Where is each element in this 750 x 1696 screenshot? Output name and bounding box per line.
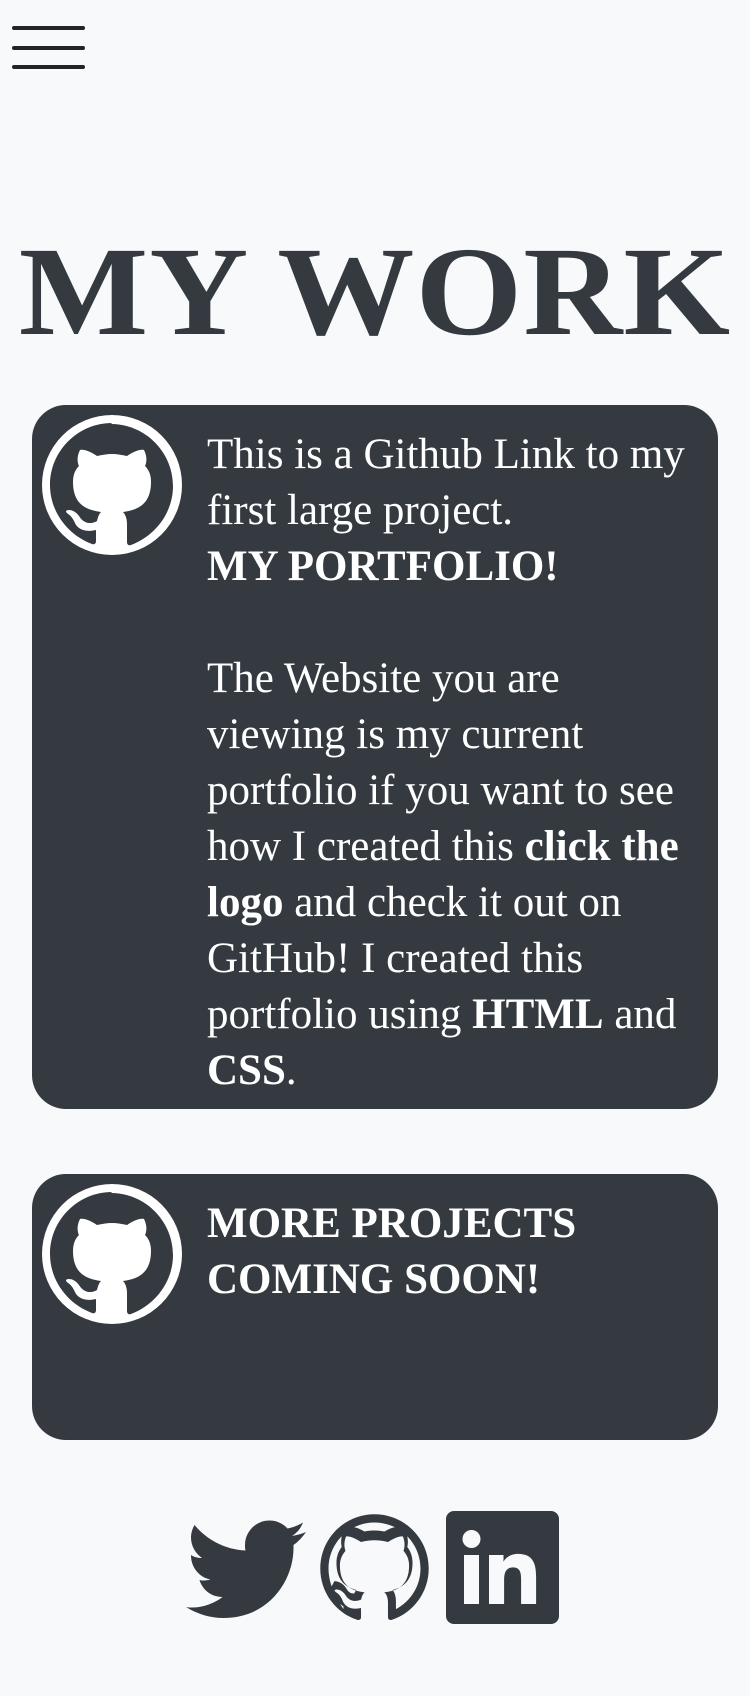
twitter-icon[interactable] xyxy=(186,1520,306,1620)
project-card-coming-soon: MORE PROJECTS COMING SOON! xyxy=(32,1174,718,1440)
menu-bar xyxy=(12,46,85,50)
menu-bar xyxy=(12,65,85,69)
project-card-portfolio: This is a Github Link to my first large … xyxy=(32,405,718,1109)
card-intro-text: This is a Github Link to my first large … xyxy=(207,431,685,534)
card-description: The Website you are viewing is my curren… xyxy=(207,651,707,1099)
description-text: and xyxy=(603,991,677,1038)
coming-soon-heading: MORE PROJECTS COMING SOON! xyxy=(207,1200,577,1303)
github-icon[interactable] xyxy=(42,415,182,555)
page-title: MY WORK xyxy=(18,222,732,362)
hamburger-menu-icon[interactable] xyxy=(12,26,85,70)
github-icon[interactable] xyxy=(317,1511,432,1626)
social-links xyxy=(0,1510,750,1630)
description-text: . xyxy=(285,1047,297,1094)
css-label: CSS xyxy=(207,1047,286,1094)
linkedin-icon[interactable] xyxy=(446,1511,559,1624)
card-project-name: MY PORTFOLIO! xyxy=(207,543,559,590)
menu-bar xyxy=(12,26,85,30)
github-icon[interactable] xyxy=(42,1184,182,1324)
html-label: HTML xyxy=(472,991,604,1038)
